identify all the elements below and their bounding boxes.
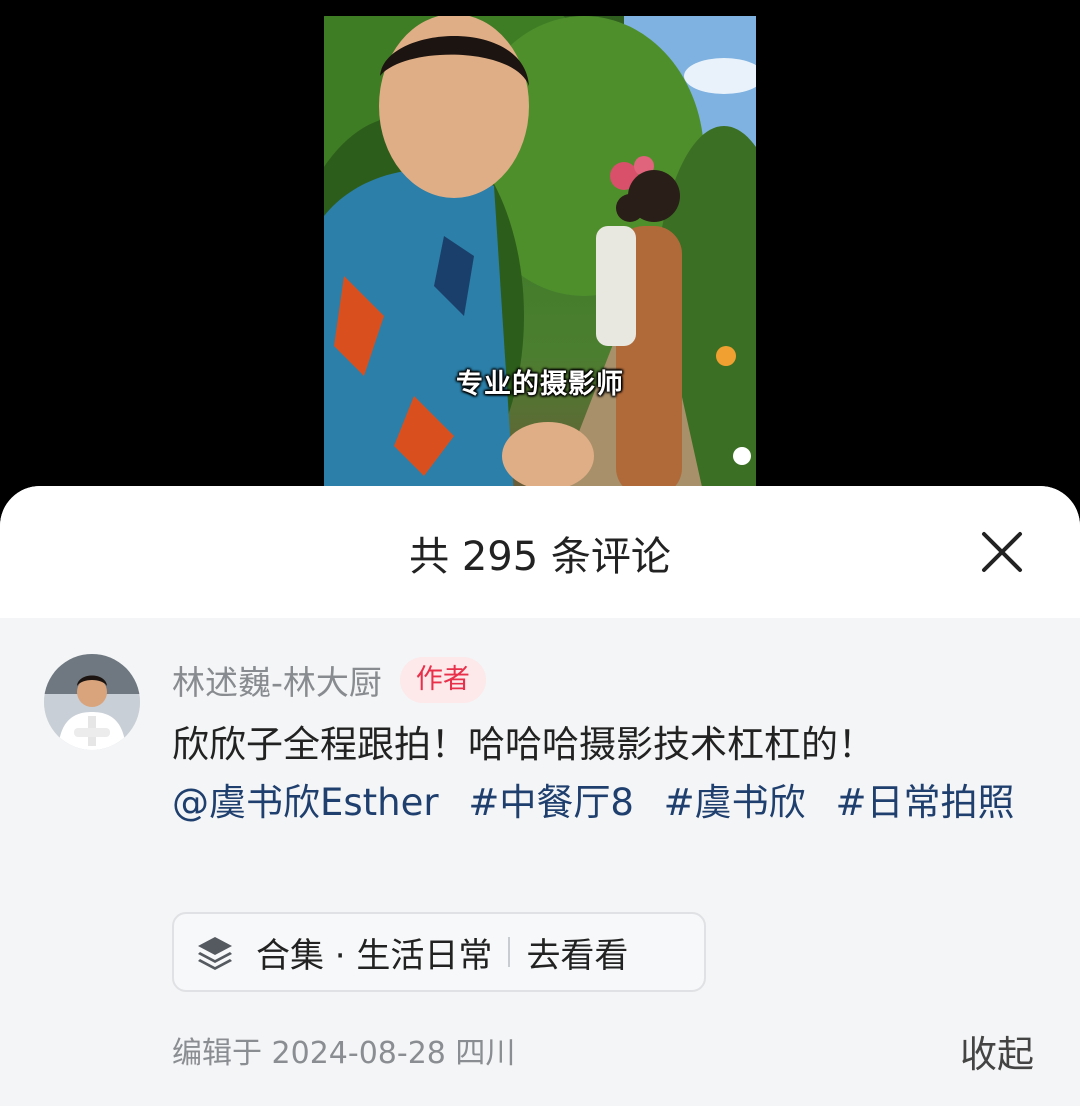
- collection-label: 合集 · 生活日常: [256, 935, 493, 976]
- hashtag-link[interactable]: #虞书欣: [664, 781, 806, 824]
- author-badge: 作者: [399, 657, 486, 703]
- post-meta: 编辑于 2024-08-28 四川: [172, 1036, 516, 1071]
- post-tags-line: @虞书欣Esther #中餐厅8 #虞书欣 #日常拍照: [172, 774, 1032, 832]
- close-icon: [982, 532, 1022, 572]
- chef-avatar-image: [44, 654, 140, 750]
- collection-button[interactable]: 合集 · 生活日常 去看看: [172, 912, 706, 992]
- post-text: 欣欣子全程跟拍！哈哈哈摄影技术杠杠的！: [172, 723, 875, 766]
- sheet-header: 共 295 条评论: [0, 486, 1080, 618]
- hashtag-link[interactable]: #中餐厅8: [468, 781, 634, 824]
- comment-count-title: 共 295 条评论: [409, 534, 671, 580]
- collection-divider: [508, 937, 511, 967]
- author-row: 林述巍-林大厨 作者: [172, 656, 486, 704]
- close-button[interactable]: [972, 522, 1032, 582]
- comments-sheet: 共 295 条评论 林述巍-林大厨 作者 欣欣子全程跟拍！哈哈哈摄影技术杠杠的！…: [0, 486, 1080, 1106]
- post-description: 欣欣子全程跟拍！哈哈哈摄影技术杠杠的！ @虞书欣Esther #中餐厅8 #虞书…: [172, 716, 1032, 832]
- collapse-button[interactable]: 收起: [960, 1024, 1034, 1078]
- video-frame-illustration: [324, 16, 756, 496]
- video-subtitle: 专业的摄影师: [456, 369, 624, 400]
- author-avatar[interactable]: [44, 654, 140, 750]
- mention-link[interactable]: @虞书欣Esther: [172, 781, 439, 824]
- layers-icon: [198, 937, 232, 970]
- hashtag-link[interactable]: #日常拍照: [835, 781, 1014, 824]
- video-player[interactable]: 专业的摄影师: [324, 16, 756, 496]
- author-name[interactable]: 林述巍-林大厨: [172, 656, 382, 704]
- screen: 专业的摄影师 共 295 条评论 林述巍-林大厨 作者 欣欣子全程跟拍！哈哈哈摄…: [0, 0, 1080, 1106]
- collection-view-link[interactable]: 去看看: [526, 928, 628, 977]
